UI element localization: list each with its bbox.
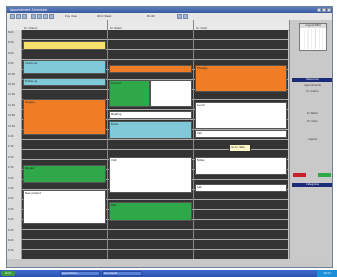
- month-button[interactable]: Month: [147, 15, 155, 18]
- appointment-label: Surgery: [25, 101, 36, 104]
- sidebar-item[interactable]: Dr. Adams: [292, 90, 332, 93]
- appointment[interactable]: Consult: [109, 80, 150, 107]
- appointment-label: New patient: [25, 192, 41, 195]
- appointment-label: Lab: [197, 186, 202, 189]
- find-icon[interactable]: [177, 14, 182, 19]
- taskbar: start Appointment... Document1 10:24: [0, 270, 337, 277]
- appointment-label: Review: [25, 167, 35, 170]
- appointment[interactable]: Check-up: [23, 60, 106, 74]
- appointment[interactable]: Notes: [195, 157, 287, 175]
- appointment[interactable]: [150, 80, 192, 107]
- appointment[interactable]: [109, 65, 192, 73]
- open-icon[interactable]: [16, 14, 21, 19]
- time-label: 12:00: [8, 114, 15, 118]
- time-label: 12:30: [8, 124, 15, 128]
- time-label: 6:30: [8, 249, 14, 253]
- sidebar-item[interactable]: Dr. Baker: [292, 112, 332, 115]
- time-label: 1:30: [8, 145, 14, 149]
- time-label: 9:00: [8, 51, 14, 55]
- popup-label: Go to date: [231, 146, 245, 149]
- paste-icon[interactable]: [49, 14, 54, 19]
- column-divider: [107, 20, 108, 259]
- appointment-label: Follow up: [25, 80, 38, 83]
- work-week-button[interactable]: Work Week: [97, 15, 112, 18]
- time-label: 11:30: [8, 103, 15, 107]
- time-column: 8:00 8:30 9:00 9:30 10:00 10:30 11:00 11:30 12:0…: [7, 30, 22, 259]
- appointment[interactable]: Exam: [109, 121, 192, 139]
- time-label: 2:30: [8, 166, 14, 170]
- print-icon[interactable]: [31, 14, 36, 19]
- appointment[interactable]: Follow up: [23, 78, 106, 86]
- appointment-label: Notes: [197, 159, 205, 162]
- legend-swatch-green: [318, 173, 331, 177]
- minimize-button[interactable]: [317, 8, 321, 12]
- time-label: 3:30: [8, 187, 14, 190]
- legend-swatch-red: [293, 173, 306, 177]
- sidebar-item[interactable]: Dr. Clark: [292, 120, 332, 123]
- time-label: 5:30: [8, 228, 14, 232]
- close-button[interactable]: [327, 8, 331, 12]
- time-label: 1:00: [8, 135, 14, 138]
- time-label: 10:30: [8, 83, 15, 86]
- calendar-title: August 2004: [300, 24, 326, 28]
- time-label: 5:00: [8, 218, 14, 222]
- time-label: 6:00: [8, 239, 14, 242]
- taskbar-item[interactable]: Appointment...: [60, 271, 100, 276]
- appointment[interactable]: Meeting: [109, 111, 192, 119]
- maximize-button[interactable]: [322, 8, 326, 12]
- appointment-label: Meeting: [111, 113, 122, 116]
- cut-icon[interactable]: [37, 14, 42, 19]
- sidebar-text: Legend: [308, 138, 317, 141]
- appointment[interactable]: New patient: [23, 190, 106, 224]
- system-clock: 10:24: [317, 270, 337, 277]
- column-divider: [193, 20, 194, 259]
- appointment-label: Call: [197, 132, 202, 135]
- save-icon[interactable]: [22, 14, 27, 19]
- time-label: 8:30: [8, 41, 14, 45]
- sidebar: August 2004 Resources Appointments Dr. A…: [289, 20, 332, 259]
- calendar-days[interactable]: [301, 29, 325, 49]
- taskbar-item[interactable]: Document1: [102, 271, 142, 276]
- date-popup[interactable]: Go to date: [229, 144, 251, 152]
- appointment[interactable]: Surgery: [23, 99, 106, 135]
- window-title: Appointment Scheduler: [10, 8, 48, 12]
- appointment-label: Exam: [111, 123, 119, 126]
- appointment-label: Check-up: [25, 62, 38, 65]
- time-label: 2:00: [8, 155, 14, 159]
- time-label: 3:00: [8, 176, 14, 180]
- appointment-label: Consult: [111, 82, 121, 85]
- appointment[interactable]: Lunch: [195, 102, 287, 129]
- appointment[interactable]: Review: [23, 165, 106, 183]
- copy-icon[interactable]: [43, 14, 48, 19]
- app-window: Appointment Scheduler Day View Work Week…: [6, 6, 333, 268]
- appointment[interactable]: Therapy: [195, 65, 287, 92]
- mini-calendar[interactable]: August 2004: [299, 23, 327, 51]
- time-label: 4:30: [8, 207, 14, 211]
- resources-bar[interactable]: Resources: [292, 78, 332, 82]
- time-label: 11:00: [8, 93, 15, 97]
- help-icon[interactable]: [183, 14, 188, 19]
- appointment-label: Visit: [111, 159, 117, 162]
- appointment[interactable]: [23, 41, 106, 50]
- appointment-label: Therapy: [197, 67, 208, 70]
- appointment[interactable]: Test: [109, 202, 192, 221]
- time-label: 8:00: [8, 31, 14, 34]
- sidebar-text: Appointments: [304, 84, 321, 87]
- appointment-label: Lunch: [197, 104, 205, 107]
- categories-bar[interactable]: Categories: [292, 183, 332, 187]
- new-icon[interactable]: [10, 14, 15, 19]
- appointment[interactable]: Visit: [109, 157, 192, 193]
- time-label: 4:00: [8, 197, 14, 201]
- appointment-label: Test: [111, 204, 117, 207]
- appointment[interactable]: Lab: [195, 184, 287, 192]
- day-view-button[interactable]: Day View: [65, 15, 77, 18]
- start-button[interactable]: start: [1, 271, 15, 276]
- time-label: 10:00: [8, 72, 15, 76]
- time-label: 9:30: [8, 62, 14, 66]
- appointment[interactable]: Call: [195, 130, 287, 138]
